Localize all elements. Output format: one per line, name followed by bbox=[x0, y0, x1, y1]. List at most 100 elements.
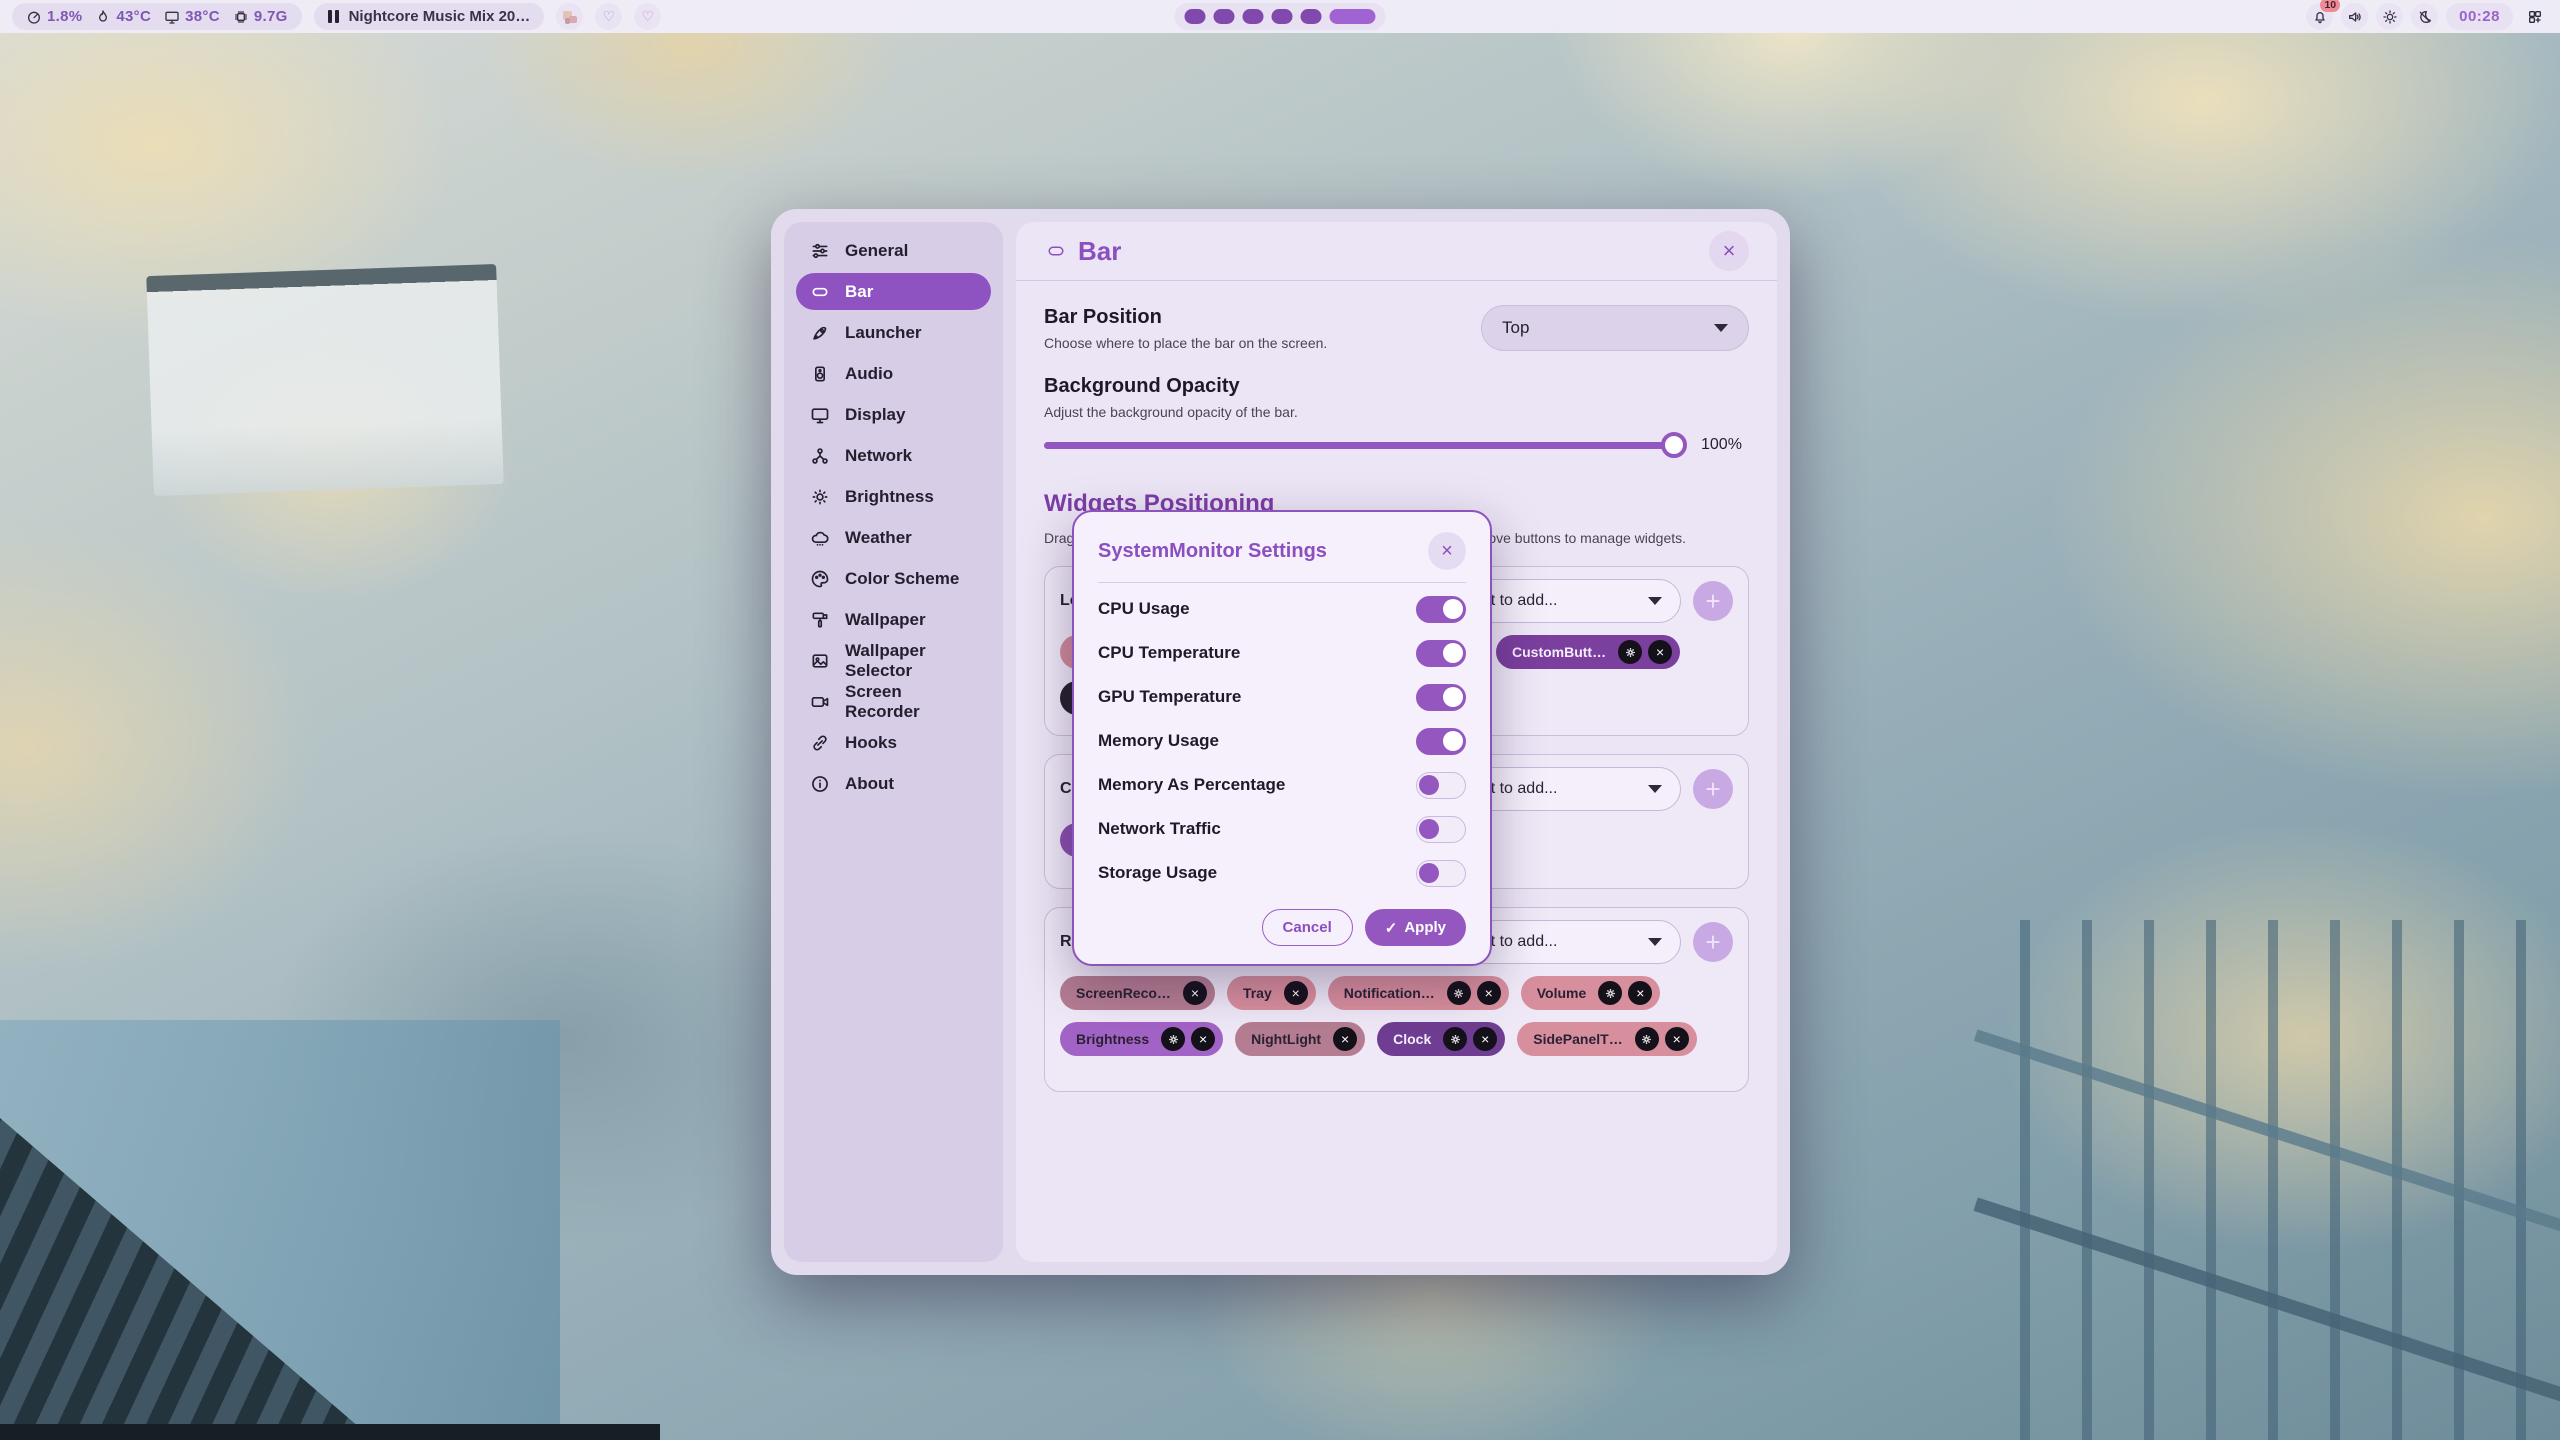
sidebar-item-brightness[interactable]: Brightness bbox=[796, 476, 991, 517]
sidebar-label: Hooks bbox=[845, 733, 897, 753]
widget-remove-button[interactable]: × bbox=[1473, 1027, 1497, 1051]
sidebar-item-bar[interactable]: Bar bbox=[796, 273, 991, 310]
rocket-icon bbox=[810, 323, 830, 343]
volume-button[interactable] bbox=[2341, 3, 2368, 30]
sidebar-item-wallpaper-selector[interactable]: Wallpaper Selector bbox=[796, 640, 991, 681]
system-stats-pill: 1.8% 43°C 38°C 9.7G bbox=[12, 3, 302, 30]
night-light-icon bbox=[2417, 9, 2433, 25]
overview-button[interactable] bbox=[2521, 3, 2548, 30]
media-player-pill[interactable]: Nightcore Music Mix 20… bbox=[314, 3, 545, 30]
brightness-button[interactable] bbox=[2376, 3, 2403, 30]
widget-chip[interactable]: ScreenReco… × bbox=[1060, 976, 1215, 1010]
center-add-widget-button[interactable]: + bbox=[1693, 769, 1733, 809]
toggle-storage-usage[interactable] bbox=[1416, 860, 1466, 887]
widget-chip[interactable]: Clock × bbox=[1377, 1022, 1505, 1056]
widget-chip[interactable]: CustomButt… × bbox=[1496, 635, 1680, 669]
workspace-dot-3[interactable] bbox=[1243, 9, 1264, 24]
widget-chip[interactable]: SidePanelT… × bbox=[1517, 1022, 1696, 1056]
top-bar: 1.8% 43°C 38°C 9.7G Nightcore Music Mix … bbox=[0, 0, 2560, 33]
window-close-button[interactable]: × bbox=[1709, 231, 1749, 271]
sidebar-item-network[interactable]: Network bbox=[796, 435, 991, 476]
memory-stat: 9.7G bbox=[233, 8, 288, 25]
modal-title: SystemMonitor Settings bbox=[1098, 540, 1327, 563]
sidebar-label: Bar bbox=[845, 282, 873, 302]
close-icon: × bbox=[1441, 540, 1453, 563]
close-icon: × bbox=[1191, 985, 1199, 1001]
sidebar-item-launcher[interactable]: Launcher bbox=[796, 312, 991, 353]
widget-remove-button[interactable]: × bbox=[1284, 981, 1308, 1005]
modal-close-button[interactable]: × bbox=[1428, 532, 1466, 570]
bar-position-dropdown[interactable]: Top bbox=[1481, 305, 1749, 351]
background-opacity-label: Background Opacity bbox=[1044, 375, 1749, 398]
modal-divider bbox=[1098, 582, 1466, 583]
workspace-active[interactable] bbox=[1330, 9, 1376, 24]
widget-settings-button[interactable] bbox=[1635, 1027, 1659, 1051]
workspace-dot-2[interactable] bbox=[1214, 9, 1235, 24]
toggle-cpu-usage[interactable] bbox=[1416, 596, 1466, 623]
cpu-usage-stat: 1.8% bbox=[26, 8, 82, 25]
widget-settings-button[interactable] bbox=[1161, 1027, 1185, 1051]
sidebar-item-wallpaper[interactable]: Wallpaper bbox=[796, 599, 991, 640]
cpu-usage-value: 1.8% bbox=[47, 8, 82, 25]
widget-settings-button[interactable] bbox=[1598, 981, 1622, 1005]
gear-icon bbox=[1449, 1033, 1462, 1046]
sidebar-item-audio[interactable]: Audio bbox=[796, 353, 991, 394]
favorite-button-1[interactable]: ♡ bbox=[595, 3, 622, 30]
sidebar-item-about[interactable]: About bbox=[796, 763, 991, 804]
widget-chip[interactable]: Volume × bbox=[1521, 976, 1661, 1010]
widget-remove-button[interactable]: × bbox=[1191, 1027, 1215, 1051]
workspace-dot-1[interactable] bbox=[1185, 9, 1206, 24]
left-add-widget-button[interactable]: + bbox=[1693, 581, 1733, 621]
widget-remove-button[interactable]: × bbox=[1628, 981, 1652, 1005]
toggle-gpu-temperature[interactable] bbox=[1416, 684, 1466, 711]
widget-remove-button[interactable]: × bbox=[1648, 640, 1672, 664]
widget-remove-button[interactable]: × bbox=[1183, 981, 1207, 1005]
widget-chip[interactable]: Tray × bbox=[1227, 976, 1316, 1010]
widget-settings-button[interactable] bbox=[1443, 1027, 1467, 1051]
sidebar-item-hooks[interactable]: Hooks bbox=[796, 722, 991, 763]
widget-chip[interactable]: NightLight × bbox=[1235, 1022, 1365, 1056]
sidebar-item-screen-recorder[interactable]: Screen Recorder bbox=[796, 681, 991, 722]
heart-icon: ♡ bbox=[642, 8, 655, 25]
plus-icon: + bbox=[1705, 927, 1720, 958]
bar-position-value: Top bbox=[1502, 318, 1529, 338]
settings-sidebar: General Bar Launcher Audio Display Netwo… bbox=[784, 222, 1003, 1262]
toggle-cpu-temperature[interactable] bbox=[1416, 640, 1466, 667]
clock-pill[interactable]: 00:28 bbox=[2446, 3, 2513, 30]
toggle-memory-as-percentage[interactable] bbox=[1416, 772, 1466, 799]
sidebar-item-general[interactable]: General bbox=[796, 230, 991, 271]
opacity-slider-fill bbox=[1044, 442, 1685, 449]
widget-remove-button[interactable]: × bbox=[1477, 981, 1501, 1005]
sidebar-item-color-scheme[interactable]: Color Scheme bbox=[796, 558, 991, 599]
opacity-slider-knob[interactable] bbox=[1661, 432, 1687, 458]
widget-chip[interactable]: Notification… × bbox=[1328, 976, 1509, 1010]
grid-plus-icon bbox=[2527, 9, 2543, 25]
pet-widget-button[interactable] bbox=[556, 3, 583, 30]
widget-remove-button[interactable]: × bbox=[1333, 1027, 1357, 1051]
sidebar-label: Network bbox=[845, 446, 912, 466]
close-icon: × bbox=[1341, 1031, 1349, 1047]
widget-settings-button[interactable] bbox=[1618, 640, 1642, 664]
sidebar-item-display[interactable]: Display bbox=[796, 394, 991, 435]
toggle-memory-usage[interactable] bbox=[1416, 728, 1466, 755]
apply-button[interactable]: ✓Apply bbox=[1365, 909, 1466, 946]
workspace-dot-5[interactable] bbox=[1301, 9, 1322, 24]
widget-chip[interactable]: Brightness × bbox=[1060, 1022, 1223, 1056]
pause-icon[interactable] bbox=[328, 10, 339, 23]
sidebar-item-weather[interactable]: Weather bbox=[796, 517, 991, 558]
speaker-icon bbox=[2347, 9, 2363, 25]
notifications-button[interactable]: 10 bbox=[2306, 3, 2333, 30]
opacity-slider[interactable] bbox=[1044, 442, 1685, 449]
cancel-button[interactable]: Cancel bbox=[1262, 909, 1353, 946]
widget-remove-button[interactable]: × bbox=[1665, 1027, 1689, 1051]
night-light-button[interactable] bbox=[2411, 3, 2438, 30]
widget-chip-label: SidePanelT… bbox=[1533, 1031, 1622, 1047]
widget-settings-button[interactable] bbox=[1447, 981, 1471, 1005]
header-divider bbox=[1016, 280, 1777, 281]
right-add-widget-button[interactable]: + bbox=[1693, 922, 1733, 962]
pet-icon bbox=[561, 8, 579, 26]
toggle-network-traffic[interactable] bbox=[1416, 816, 1466, 843]
favorite-button-2[interactable]: ♡ bbox=[634, 3, 661, 30]
sidebar-label: Wallpaper Selector bbox=[845, 641, 977, 681]
workspace-dot-4[interactable] bbox=[1272, 9, 1293, 24]
